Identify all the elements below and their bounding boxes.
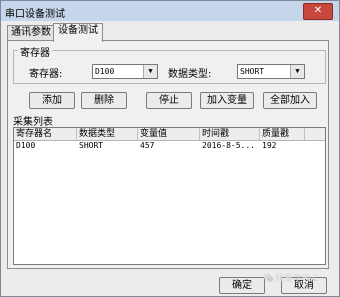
register-group-title: 寄存器: [18, 44, 52, 59]
chevron-down-icon[interactable]: ▼: [143, 65, 157, 78]
column-header[interactable]: 质量戳: [260, 128, 305, 140]
tab-device-test[interactable]: 设备测试: [53, 23, 103, 42]
cell-timestamp: 2016-8-5...: [202, 141, 255, 150]
register-label: 寄存器:: [29, 69, 63, 80]
title-bar: 串口设备测试 ✕: [1, 1, 339, 21]
column-header[interactable]: 变量值: [138, 128, 200, 140]
column-header[interactable]: 寄存器名: [14, 128, 77, 140]
column-header[interactable]: 数据类型: [77, 128, 138, 140]
cell-type: SHORT: [79, 141, 104, 150]
dialog-window: 串口设备测试 ✕ 通讯参数 设备测试 寄存器 寄存器: D100 ▼ 数据类型:…: [0, 0, 340, 297]
type-select[interactable]: SHORT ▼: [237, 64, 305, 79]
table-row[interactable]: D100 SHORT 457 2016-8-5... 192: [14, 141, 325, 151]
tab-comm-params[interactable]: 通讯参数: [7, 25, 55, 41]
type-value: SHORT: [240, 67, 265, 76]
register-select[interactable]: D100 ▼: [92, 64, 158, 79]
watermark-text: 我爱学PLC: [275, 274, 319, 284]
close-icon: ✕: [313, 5, 323, 16]
collect-list[interactable]: 寄存器名 数据类型 变量值 时间戳 质量戳 D100 SHORT 457 201…: [13, 127, 326, 265]
delete-button[interactable]: 删除: [81, 92, 127, 109]
register-group: 寄存器 寄存器: D100 ▼ 数据类型: SHORT ▼: [13, 44, 326, 84]
chevron-down-icon[interactable]: ▼: [290, 65, 304, 78]
register-value: D100: [95, 67, 115, 76]
watermark: 我爱学PLC: [263, 271, 333, 285]
close-button[interactable]: ✕: [303, 3, 333, 20]
cell-value: 457: [140, 141, 155, 150]
column-header[interactable]: 时间戳: [200, 128, 260, 140]
type-label: 数据类型:: [168, 69, 212, 80]
list-header: 寄存器名 数据类型 变量值 时间戳 质量戳: [14, 128, 325, 141]
tab-panel: 寄存器 寄存器: D100 ▼ 数据类型: SHORT ▼ 添加 删除 停止 加…: [7, 40, 329, 269]
cell-register: D100: [16, 141, 36, 150]
stop-button[interactable]: 停止: [146, 92, 192, 109]
collect-list-title: 采集列表: [13, 117, 53, 128]
add-variable-button[interactable]: 加入变量: [200, 92, 254, 109]
window-title: 串口设备测试: [5, 9, 65, 20]
add-button[interactable]: 添加: [29, 92, 75, 109]
ok-button[interactable]: 确定: [219, 277, 265, 294]
wechat-icon: [263, 273, 274, 282]
cell-quality: 192: [262, 141, 277, 150]
add-all-button[interactable]: 全部加入: [263, 92, 317, 109]
